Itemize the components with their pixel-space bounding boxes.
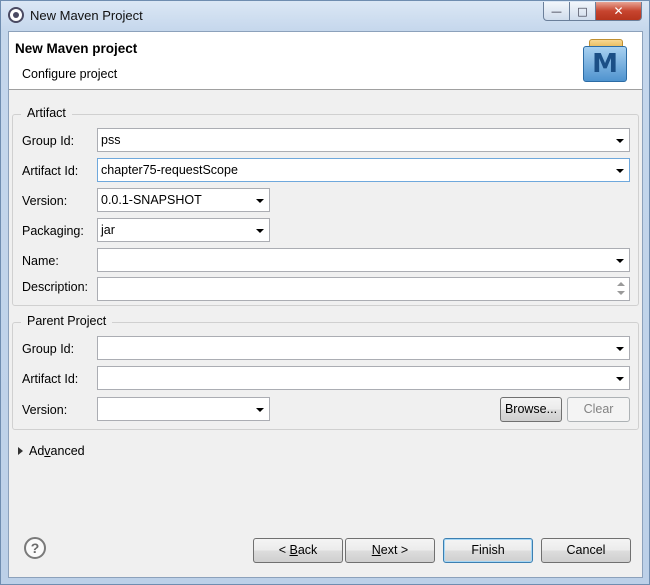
scroll-up-icon[interactable]: [617, 282, 625, 286]
clear-button[interactable]: Clear: [567, 397, 630, 422]
group-id-label: Group Id:: [22, 134, 75, 148]
group-id-combo[interactable]: pss: [97, 128, 630, 152]
group-id-value: pss: [101, 133, 121, 147]
parent-artifact-id-label: Artifact Id:: [22, 372, 79, 386]
page-title: New Maven project: [15, 41, 138, 56]
description-scroll-arrows[interactable]: [615, 280, 627, 298]
eclipse-icon: [8, 7, 24, 23]
title-bar[interactable]: New Maven Project — □ ✕: [1, 1, 649, 29]
next-mnemonic: N: [371, 543, 381, 557]
version-value: 0.0.1-SNAPSHOT: [101, 193, 202, 207]
advanced-label-prefix: Ad: [29, 444, 45, 458]
parent-artifact-id-combo[interactable]: [97, 366, 630, 390]
parent-version-combo[interactable]: [97, 397, 270, 421]
window-title: New Maven Project: [30, 8, 143, 23]
advanced-toggle[interactable]: Advanced: [29, 444, 85, 458]
parent-group-id-combo[interactable]: [97, 336, 630, 360]
artifact-id-value: chapter75-requestScope: [101, 163, 238, 177]
close-button[interactable]: ✕: [596, 2, 642, 21]
finish-button[interactable]: Finish: [443, 538, 533, 563]
parent-project-legend: Parent Project: [21, 314, 113, 328]
back-suffix: ack: [297, 543, 318, 557]
version-combo[interactable]: 0.0.1-SNAPSHOT: [97, 188, 270, 212]
description-label: Description:: [22, 280, 88, 294]
chevron-down-icon[interactable]: [616, 259, 624, 263]
dialog-client-area: New Maven project Configure project M Ar…: [8, 31, 643, 578]
back-prefix: <: [278, 543, 290, 557]
maximize-button[interactable]: □: [570, 2, 596, 21]
description-field[interactable]: [97, 277, 630, 301]
wizard-header: New Maven project Configure project M: [9, 32, 642, 90]
packaging-label: Packaging:: [22, 224, 84, 238]
back-button[interactable]: < Back: [253, 538, 343, 563]
expand-arrow-icon[interactable]: [18, 447, 23, 455]
close-icon: ✕: [613, 4, 624, 18]
back-mnemonic: B: [289, 543, 298, 557]
maven-logo-icon: M: [581, 39, 629, 83]
artifact-id-combo[interactable]: chapter75-requestScope: [97, 158, 630, 182]
packaging-value: jar: [101, 223, 115, 237]
logo-box: M: [583, 46, 627, 82]
chevron-down-icon[interactable]: [616, 377, 624, 381]
next-suffix: ext >: [380, 543, 409, 557]
browse-button[interactable]: Browse...: [500, 397, 562, 422]
packaging-combo[interactable]: jar: [97, 218, 270, 242]
parent-group-id-label: Group Id:: [22, 342, 75, 356]
window-controls: — □ ✕: [543, 2, 642, 21]
next-button[interactable]: Next >: [345, 538, 435, 563]
minimize-button[interactable]: —: [543, 2, 570, 21]
chevron-down-icon[interactable]: [256, 408, 264, 412]
cancel-button[interactable]: Cancel: [541, 538, 631, 563]
parent-version-label: Version:: [22, 403, 68, 417]
chevron-down-icon[interactable]: [256, 199, 264, 203]
chevron-down-icon[interactable]: [256, 229, 264, 233]
chevron-down-icon[interactable]: [616, 169, 624, 173]
name-combo[interactable]: [97, 248, 630, 272]
advanced-label-suffix: anced: [50, 444, 85, 458]
chevron-down-icon[interactable]: [616, 139, 624, 143]
page-subtitle: Configure project: [22, 67, 118, 81]
name-label: Name:: [22, 254, 59, 268]
artifact-group-legend: Artifact: [21, 106, 72, 120]
maximize-icon: □: [577, 4, 588, 18]
chevron-down-icon[interactable]: [616, 347, 624, 351]
scroll-down-icon[interactable]: [617, 291, 625, 295]
artifact-id-label: Artifact Id:: [22, 164, 79, 178]
help-icon[interactable]: ?: [24, 537, 46, 559]
dialog-window: New Maven Project — □ ✕ New Maven projec…: [0, 0, 650, 585]
version-label: Version:: [22, 194, 68, 208]
minimize-icon: —: [551, 4, 562, 18]
